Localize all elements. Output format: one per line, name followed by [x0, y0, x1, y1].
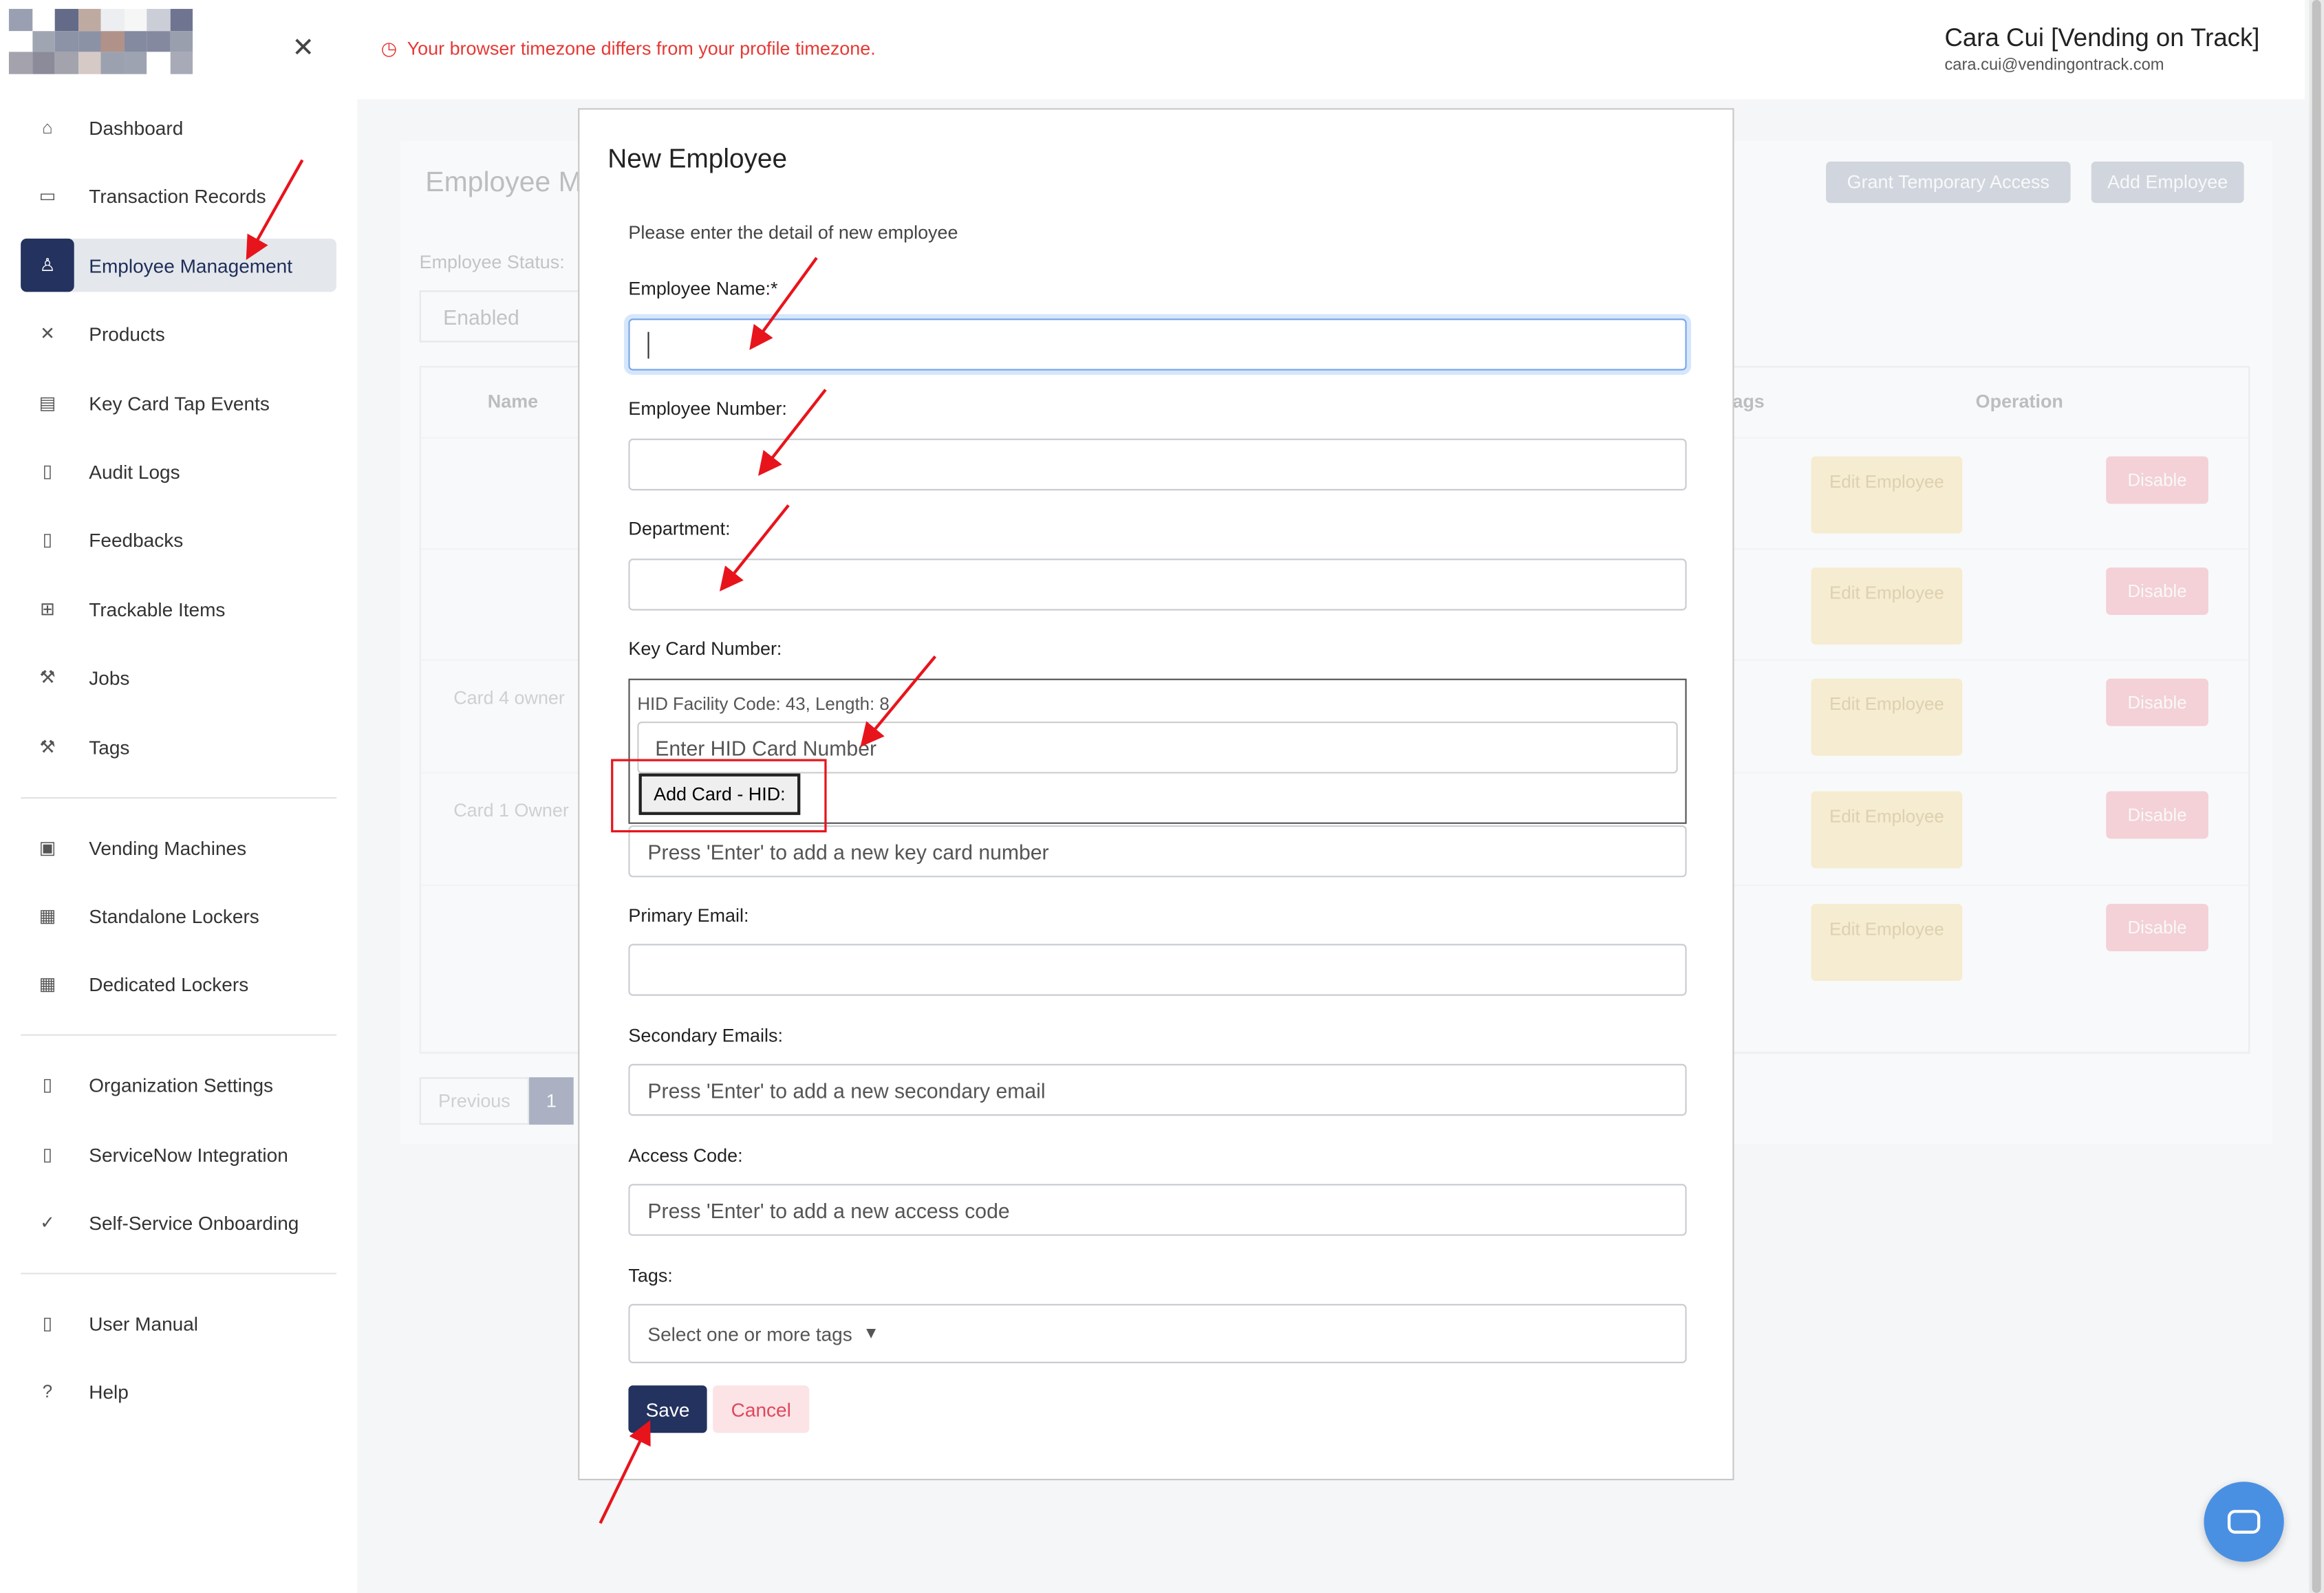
annotation-arrow	[719, 504, 790, 592]
annotation-arrow	[599, 1420, 651, 1524]
annotation-arrow	[246, 159, 304, 261]
annotation-arrow	[758, 389, 827, 476]
annotation-layer	[246, 159, 937, 1524]
scrollbar[interactable]	[2309, 0, 2324, 1593]
highlight-box	[611, 759, 827, 833]
annotation-arrow	[860, 655, 937, 747]
chat-button[interactable]	[2204, 1482, 2284, 1562]
chat-icon	[2227, 1510, 2261, 1534]
annotation-arrow	[749, 257, 818, 350]
